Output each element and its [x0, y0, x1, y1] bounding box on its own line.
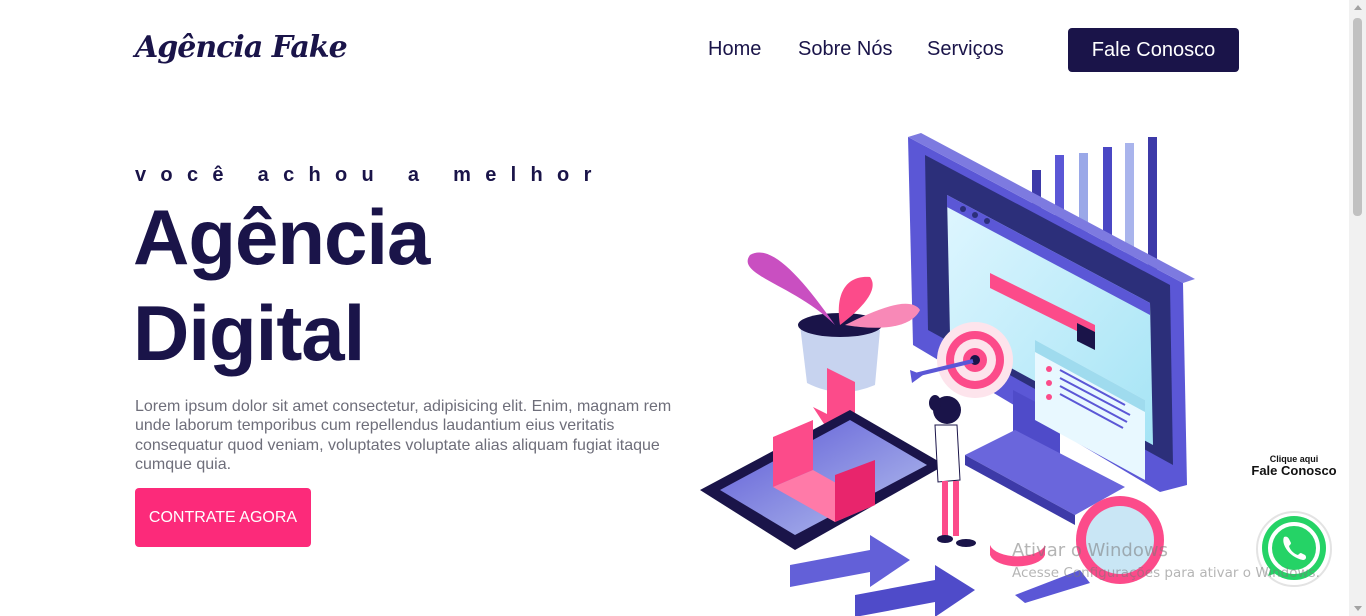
nav-link-sobre[interactable]: Sobre Nós [798, 38, 893, 61]
scroll-up-icon[interactable] [1354, 5, 1362, 10]
fale-conosco-button[interactable]: Fale Conosco [1068, 28, 1239, 72]
windows-activation-watermark: Ativar o Windows Acesse Configurações pa… [1012, 540, 1320, 581]
whatsapp-label[interactable]: Clique aqui Fale Conosco [1240, 454, 1348, 479]
watermark-title: Ativar o Windows [1012, 540, 1168, 561]
brand-logo[interactable]: Agência Fake [135, 30, 348, 65]
nav-link-servicos[interactable]: Serviços [927, 38, 1004, 61]
scroll-down-icon[interactable] [1354, 606, 1362, 611]
nav-link-home[interactable]: Home [708, 38, 761, 61]
scroll-thumb[interactable] [1353, 18, 1362, 216]
whatsapp-label-big: Fale Conosco [1251, 463, 1337, 479]
hero-title-line2: Digital [133, 289, 365, 377]
hero-title-line1: Agência [133, 193, 430, 281]
hero-lead: Lorem ipsum dolor sit amet consectetur, … [135, 398, 672, 473]
vertical-scrollbar[interactable] [1349, 0, 1366, 616]
watermark-subtitle: Acesse Configurações para ativar o Windo… [1012, 565, 1320, 581]
hero-eyebrow: você achou a melhor [135, 164, 606, 186]
contrate-agora-button[interactable]: CONTRATE AGORA [135, 488, 311, 547]
